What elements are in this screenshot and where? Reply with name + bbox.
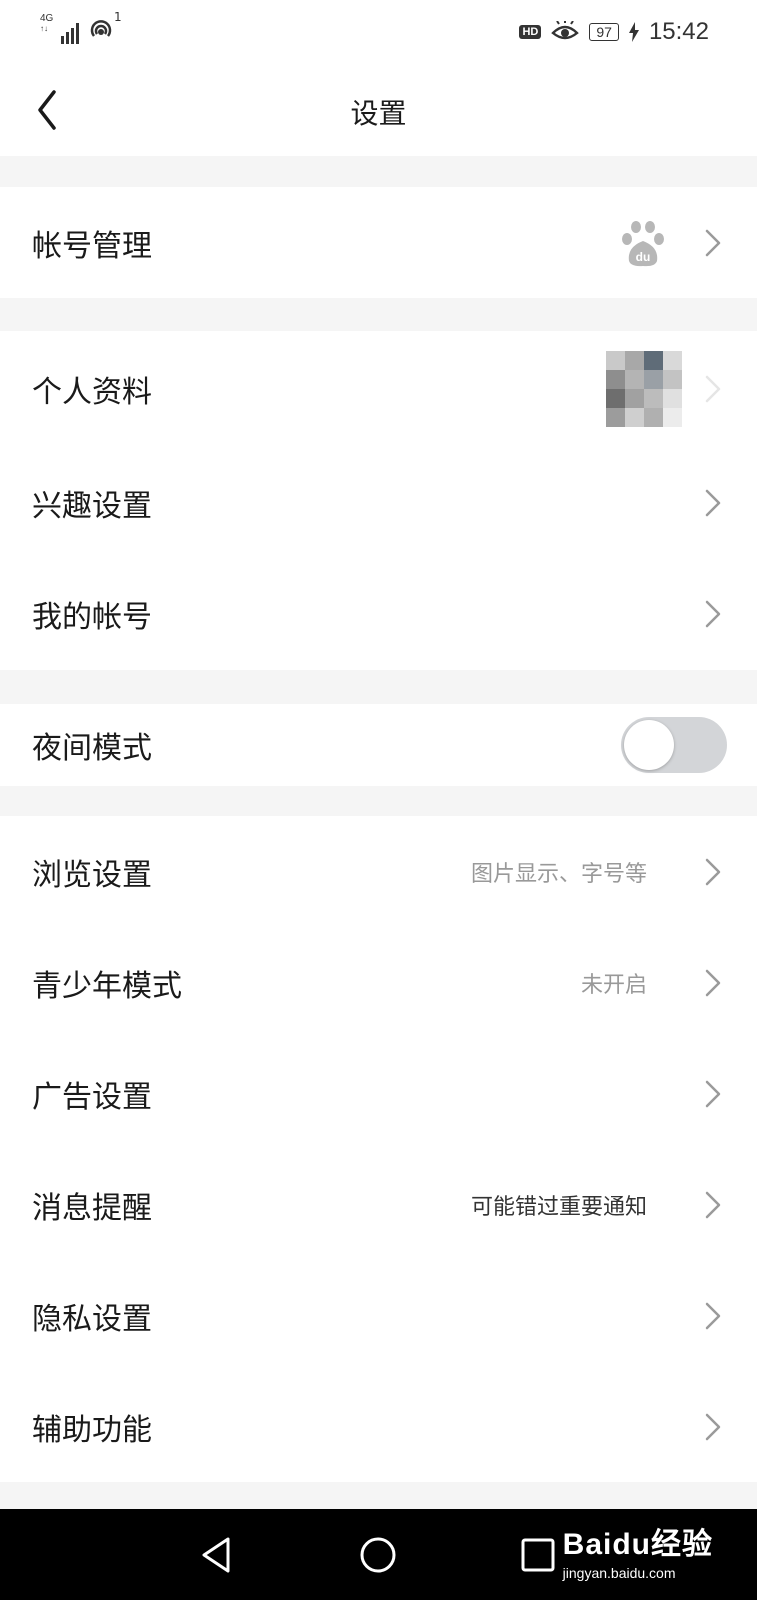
row-youth-mode[interactable]: 青少年模式 未开启: [0, 927, 757, 1038]
network-type: 4G ↑↓: [40, 13, 54, 34]
chevron-right-icon: [705, 375, 721, 403]
row-label: 广告设置: [32, 1079, 152, 1115]
row-ad-settings[interactable]: 广告设置: [0, 1038, 757, 1149]
section-divider: [0, 298, 757, 331]
clock: 15:42: [648, 18, 709, 45]
row-hint: 图片显示、字号等: [470, 861, 647, 887]
row-accessibility[interactable]: 辅助功能: [0, 1371, 757, 1482]
row-label: 我的帐号: [32, 599, 152, 635]
avatar: [606, 351, 682, 427]
row-label: 兴趣设置: [32, 488, 152, 524]
hotspot-icon: [91, 20, 112, 37]
row-label: 青少年模式: [32, 968, 182, 1004]
status-left: 4G ↑↓: [40, 14, 115, 44]
row-hint: 未开启: [580, 972, 647, 998]
section-divider: [0, 156, 757, 187]
status-bar: 4G ↑↓ 1 HD 97 15:42: [0, 0, 757, 64]
row-label: 消息提醒: [32, 1190, 152, 1226]
row-label: 帐号管理: [32, 228, 152, 264]
chevron-right-icon: [705, 229, 721, 256]
row-hint: 可能错过重要通知: [470, 1194, 647, 1220]
row-label: 浏览设置: [32, 857, 152, 893]
nav-recents-icon[interactable]: [514, 1531, 562, 1579]
row-label: 辅助功能: [32, 1412, 152, 1448]
section-divider: [0, 1482, 757, 1509]
battery-indicator: 97: [589, 23, 619, 41]
status-right: HD 97 15:42: [519, 18, 709, 46]
nav-home-icon[interactable]: [354, 1531, 402, 1579]
charging-icon: [628, 22, 639, 42]
eye-comfort-icon: [551, 21, 580, 40]
section-divider: [0, 670, 757, 704]
row-label: 夜间模式: [32, 731, 152, 766]
row-night-mode: 夜间模式: [0, 704, 757, 786]
chevron-right-icon: [705, 1191, 721, 1218]
row-notifications[interactable]: 消息提醒 可能错过重要通知: [0, 1149, 757, 1260]
hotspot-count: 1: [114, 10, 122, 24]
row-browse-settings[interactable]: 浏览设置 图片显示、字号等: [0, 816, 757, 927]
hd-badge: HD: [519, 25, 542, 39]
page-title: 设置: [350, 97, 407, 130]
row-label: 隐私设置: [32, 1301, 152, 1337]
watermark-url: jingyan.baidu.com: [562, 1565, 676, 1581]
svg-text:du: du: [636, 250, 651, 264]
baidu-jingyan-watermark: Baidu经验 jingyan.baidu.com: [563, 1519, 713, 1581]
night-mode-toggle[interactable]: [621, 717, 727, 773]
baidu-paw-icon: du: [622, 220, 664, 266]
row-profile[interactable]: 个人资料: [0, 331, 757, 447]
chevron-right-icon: [705, 1302, 721, 1329]
chevron-right-icon: [705, 969, 721, 996]
chevron-right-icon: [705, 600, 721, 627]
chevron-right-icon: [705, 1413, 721, 1440]
title-bar: 设置: [0, 64, 757, 156]
chevron-right-icon: [705, 858, 721, 885]
signal-icon: [61, 18, 80, 44]
row-privacy-settings[interactable]: 隐私设置: [0, 1260, 757, 1371]
chevron-right-icon: [705, 1080, 721, 1107]
row-interest-settings[interactable]: 兴趣设置: [0, 447, 757, 558]
watermark-brand: Baidu经验: [562, 1528, 713, 1561]
toggle-knob: [624, 720, 674, 770]
nav-back-icon[interactable]: [194, 1531, 242, 1579]
system-nav-bar: Baidu经验 jingyan.baidu.com: [0, 1509, 757, 1600]
row-account-management[interactable]: 帐号管理 du: [0, 187, 757, 298]
row-label: 个人资料: [32, 375, 152, 410]
section-divider: [0, 786, 757, 816]
chevron-right-icon: [705, 489, 721, 516]
row-my-account[interactable]: 我的帐号: [0, 558, 757, 669]
